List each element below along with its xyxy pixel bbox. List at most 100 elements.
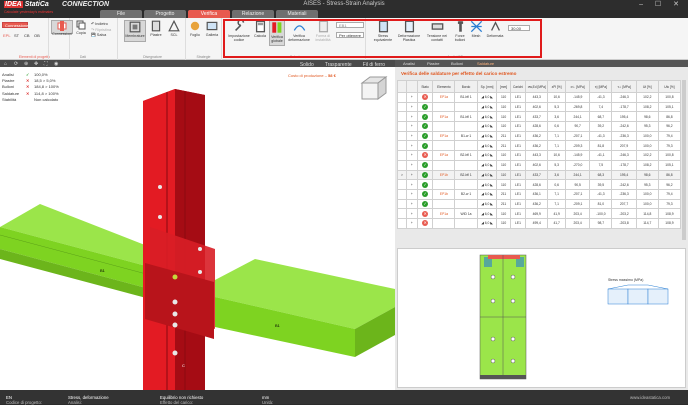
table-row[interactable]: + ✓ ◢ 6,0 ◣ 110 LE1 428,6 0,6 90,5 39,5 -242,6 95,… xyxy=(397,179,682,190)
gallery-button[interactable]: Galleria xyxy=(204,20,220,42)
table-cell: -246,3 xyxy=(611,92,637,103)
preview-label: Stress massimo (MPa) xyxy=(608,278,643,282)
beam-right[interactable]: B1 xyxy=(215,259,395,357)
tab-file[interactable]: File xyxy=(100,10,142,18)
table-cell: ◢ 6,0 ◣ xyxy=(476,92,498,103)
table-row[interactable]: > + ✓ EP1b B2-bfl 1 ◢ 6,0 ◣ 110 LE1 433,7 3,6 244,… xyxy=(397,169,682,181)
table-row[interactable]: + ✓ ◢ 6,0 ◣ 110 LE1 402,6 5,3 -269,8 7,4 -178,7 10… xyxy=(397,101,682,113)
table-cell xyxy=(454,198,478,210)
code-st[interactable]: ST xyxy=(14,33,19,38)
tab-saldature[interactable]: Saldature xyxy=(477,61,494,66)
table-cell: 402,6 xyxy=(525,159,549,171)
table-cell: ◢ 6,0 ◣ xyxy=(476,101,498,113)
expand-toggle[interactable]: + xyxy=(405,101,418,113)
table-cell: 433,7 xyxy=(525,111,549,123)
connections-button[interactable]: Connessioni xyxy=(51,20,73,36)
table-header-cell[interactable]: Elemento xyxy=(432,80,456,93)
table-header-cell[interactable]: Ut [%] xyxy=(635,80,659,93)
table-cell: LE1 xyxy=(509,179,527,190)
scl-button[interactable]: SCL xyxy=(166,20,182,42)
expand-toggle[interactable]: + xyxy=(405,130,418,142)
save-button[interactable]: 💾 Salva xyxy=(91,33,111,39)
expand-toggle[interactable]: + xyxy=(405,121,418,132)
table-cell xyxy=(397,159,407,171)
table-cell: 114,8 xyxy=(635,208,659,219)
members-button[interactable]: Membrature xyxy=(124,20,146,42)
expand-toggle[interactable]: + xyxy=(405,159,418,171)
table-header-cell[interactable]: Carichi xyxy=(509,80,527,93)
tab-analisi[interactable]: Analisi xyxy=(403,61,415,66)
table-cell: B2-bfl 1 xyxy=(454,169,478,181)
table-row[interactable]: + ✓ ◢ 6,0 ◣ 110 LE1 402,6 5,3 -270,0 7,5 -178,7 10… xyxy=(397,159,682,171)
plates-button[interactable]: Piastre xyxy=(148,20,164,42)
table-cell: 244,1 xyxy=(564,169,591,181)
table-header-cell[interactable] xyxy=(405,80,418,93)
expand-toggle[interactable]: + xyxy=(405,188,418,200)
weld-preview-drawing: Stress massimo (MPa) xyxy=(479,254,669,380)
table-row[interactable]: + ✓ EP1a B1-w 1 ◢ 6,0 ◣ 211 LE1 436,2 7,1 -207,1-… xyxy=(397,130,682,142)
website-link[interactable]: www.ideastatica.com xyxy=(630,395,670,400)
tab-progetto[interactable]: Progetto xyxy=(144,10,186,18)
tab-piastre[interactable]: Piastre xyxy=(427,61,439,66)
column[interactable]: C xyxy=(143,89,215,390)
table-cell: 108,9 xyxy=(657,208,682,219)
tab-materiali[interactable]: Materiali xyxy=(276,10,318,18)
expand-toggle[interactable]: + xyxy=(405,208,418,219)
table-row[interactable]: + ✕ ◢ 6,0 ◣ 110 LE1 499,4 41,7 203,4 98,7 -203,8 1… xyxy=(397,217,682,229)
table-cell: 110 xyxy=(496,208,511,219)
table-row[interactable]: + ✕ EP1a B2-bfl 1 ◢ 6,0 ◣ 110 LE1 443,3 10,6 -145… xyxy=(397,150,682,161)
expand-toggle[interactable]: + xyxy=(405,92,418,103)
code-epl[interactable]: EPL xyxy=(3,33,11,38)
model-viewport[interactable]: ⌂ ⟳ ⊕ ✥ ⛶ ◉ Solido Trasparente Fil di fe… xyxy=(0,60,395,390)
table-header-cell[interactable]: εPl [%] xyxy=(547,80,566,93)
expand-toggle[interactable]: + xyxy=(405,169,418,181)
table-header-cell[interactable]: σ⊥ [MPa] xyxy=(564,80,591,93)
nav-cube[interactable] xyxy=(360,76,388,100)
tab-bulloni[interactable]: Bulloni xyxy=(451,61,463,66)
expand-toggle[interactable]: + xyxy=(405,111,418,123)
table-scrollbar[interactable] xyxy=(682,80,686,240)
expand-toggle[interactable]: + xyxy=(405,217,418,229)
table-cell: 108,2 xyxy=(635,101,659,113)
table-cell xyxy=(454,159,478,171)
table-header-cell[interactable]: Stato xyxy=(416,80,434,93)
window-controls[interactable]: – ☐ ✕ xyxy=(639,0,684,8)
expand-toggle[interactable]: + xyxy=(405,150,418,161)
table-row[interactable]: + ✕ EP1a WID 1a ◢ 6,0 ◣ 110 LE1 469,9 41,9 203,4-… xyxy=(397,208,682,219)
table-header-cell[interactable]: τ⊥ [MPa] xyxy=(611,80,637,93)
table-row[interactable]: + ✓ EP1b B2-w 1 ◢ 6,0 ◣ 211 LE1 436,1 7,1 -207,1-… xyxy=(397,188,682,200)
table-cell: 5,3 xyxy=(547,159,566,171)
tab-relazione[interactable]: Relazione xyxy=(232,10,274,18)
table-row[interactable]: + ✕ EP1a B1-bfl 1 ◢ 6,0 ◣ 110 LE1 443,3 10,6 -145… xyxy=(397,92,682,103)
code-cb[interactable]: CB xyxy=(24,33,30,38)
table-header-cell[interactable]: σw,Ed [MPa] xyxy=(525,80,549,93)
table-cell: 436,2 xyxy=(525,130,549,142)
table-header-cell[interactable]: τ∥ [MPa] xyxy=(589,80,613,93)
copy-button[interactable]: Copia xyxy=(75,20,87,35)
beam-left[interactable]: B1 xyxy=(0,204,151,299)
table-header-cell[interactable] xyxy=(397,80,407,93)
table-row[interactable]: + ✓ ◢ 6,0 ◣ 211 LE1 436,2 7,1 -209,1 81,0 207,7 10… xyxy=(397,198,682,210)
table-header-cell[interactable]: Bordo xyxy=(454,80,478,93)
code-ob[interactable]: OB xyxy=(34,33,40,38)
model-3d[interactable]: B1 B1 C xyxy=(0,67,395,390)
expand-toggle[interactable]: + xyxy=(405,198,418,210)
table-row[interactable]: + ✓ EP1a B1-bfl 1 ◢ 6,0 ◣ 110 LE1 433,7 3,6 244,1… xyxy=(397,111,682,123)
table-cell: EP1a xyxy=(432,111,456,123)
table-header-cell[interactable]: [mm] xyxy=(496,80,511,93)
connection-select[interactable]: Connessione 1 xyxy=(2,22,28,33)
expand-toggle[interactable]: + xyxy=(405,140,418,152)
tab-verifica[interactable]: Verifica xyxy=(188,10,230,18)
cross-icon: ✕ xyxy=(416,208,434,219)
foglio-button[interactable]: Foglio xyxy=(187,20,203,42)
table-header-cell[interactable]: Utc [%] xyxy=(657,80,682,93)
table-cell: 108,9 xyxy=(657,217,682,229)
table-header-cell[interactable]: Sp. [mm] xyxy=(476,80,498,93)
table-cell: 436,2 xyxy=(525,198,549,210)
table-cell: -207,1 xyxy=(564,130,591,142)
ribbon-group-display: Membrature Piastre SCL Disegnatore xyxy=(120,18,186,60)
table-row[interactable]: + ✓ ◢ 6,0 ◣ 110 LE1 428,6 0,6 90,7 39,2 -242,6 95,… xyxy=(397,121,682,132)
table-cell: LE1 xyxy=(509,130,527,142)
table-row[interactable]: + ✓ ◢ 6,0 ◣ 211 LE1 436,2 7,1 -209,3 81,8 207,9 10… xyxy=(397,140,682,152)
expand-toggle[interactable]: + xyxy=(405,179,418,190)
